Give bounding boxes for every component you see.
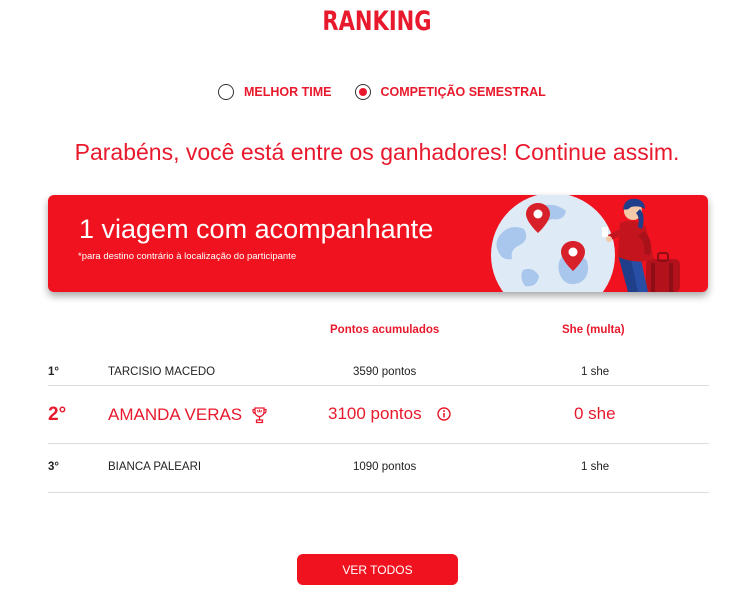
she-column-header: She (multa) — [562, 324, 625, 336]
trophy-icon — [252, 406, 267, 424]
points-column-header: Pontos acumulados — [330, 324, 440, 336]
participant-points: 3100 pontos — [328, 404, 451, 424]
participant-name: TARCISIO MACEDO — [108, 366, 216, 378]
page-title: RANKING — [322, 6, 432, 37]
radio-label[interactable]: MELHOR TIME — [244, 85, 332, 99]
table-row-highlighted: 2° AMANDA VERAS 3100 pontos 0 she — [48, 386, 709, 444]
globe-traveler-illustration — [491, 195, 680, 292]
rank-position: 3° — [48, 461, 59, 473]
table-row: 3° BIANCA PALEARI 1090 pontos 1 she — [48, 444, 709, 493]
prize-subtitle: *para destino contrário à localização do… — [78, 251, 297, 262]
radio-competicao-semestral[interactable]: COMPETIÇÃO SEMESTRAL — [354, 84, 546, 100]
rank-position: 1° — [48, 366, 59, 378]
rank-position: 2° — [48, 404, 67, 425]
table-row: 1° TARCISIO MACEDO 3590 pontos 1 she — [48, 349, 709, 386]
participant-name: BIANCA PALEARI — [108, 461, 202, 473]
info-icon[interactable] — [436, 407, 451, 421]
participant-points: 3590 pontos — [353, 366, 417, 378]
congratulations-message: Parabéns, você está entre os ganhadores!… — [74, 139, 680, 165]
participant-points: 1090 pontos — [353, 461, 417, 473]
prize-banner: 1 viagem com acompanhante *para destino … — [48, 195, 708, 292]
participant-name-text: AMANDA VERAS — [108, 405, 243, 424]
competition-selector: MELHOR TIME COMPETIÇÃO SEMESTRAL — [218, 84, 546, 100]
participant-name: AMANDA VERAS — [108, 405, 267, 425]
participant-she: 0 she — [574, 404, 616, 423]
participant-points-text: 3100 pontos — [328, 404, 422, 423]
prize-title: 1 viagem com acompanhante — [79, 214, 434, 244]
radio-checked-icon[interactable] — [354, 84, 371, 100]
radio-melhor-time[interactable]: MELHOR TIME — [218, 84, 332, 100]
participant-she: 1 she — [581, 461, 610, 473]
see-all-button[interactable]: VER TODOS — [297, 554, 458, 585]
radio-unchecked-icon[interactable] — [218, 84, 234, 100]
participant-she: 1 she — [581, 366, 610, 378]
radio-label[interactable]: COMPETIÇÃO SEMESTRAL — [381, 85, 546, 99]
